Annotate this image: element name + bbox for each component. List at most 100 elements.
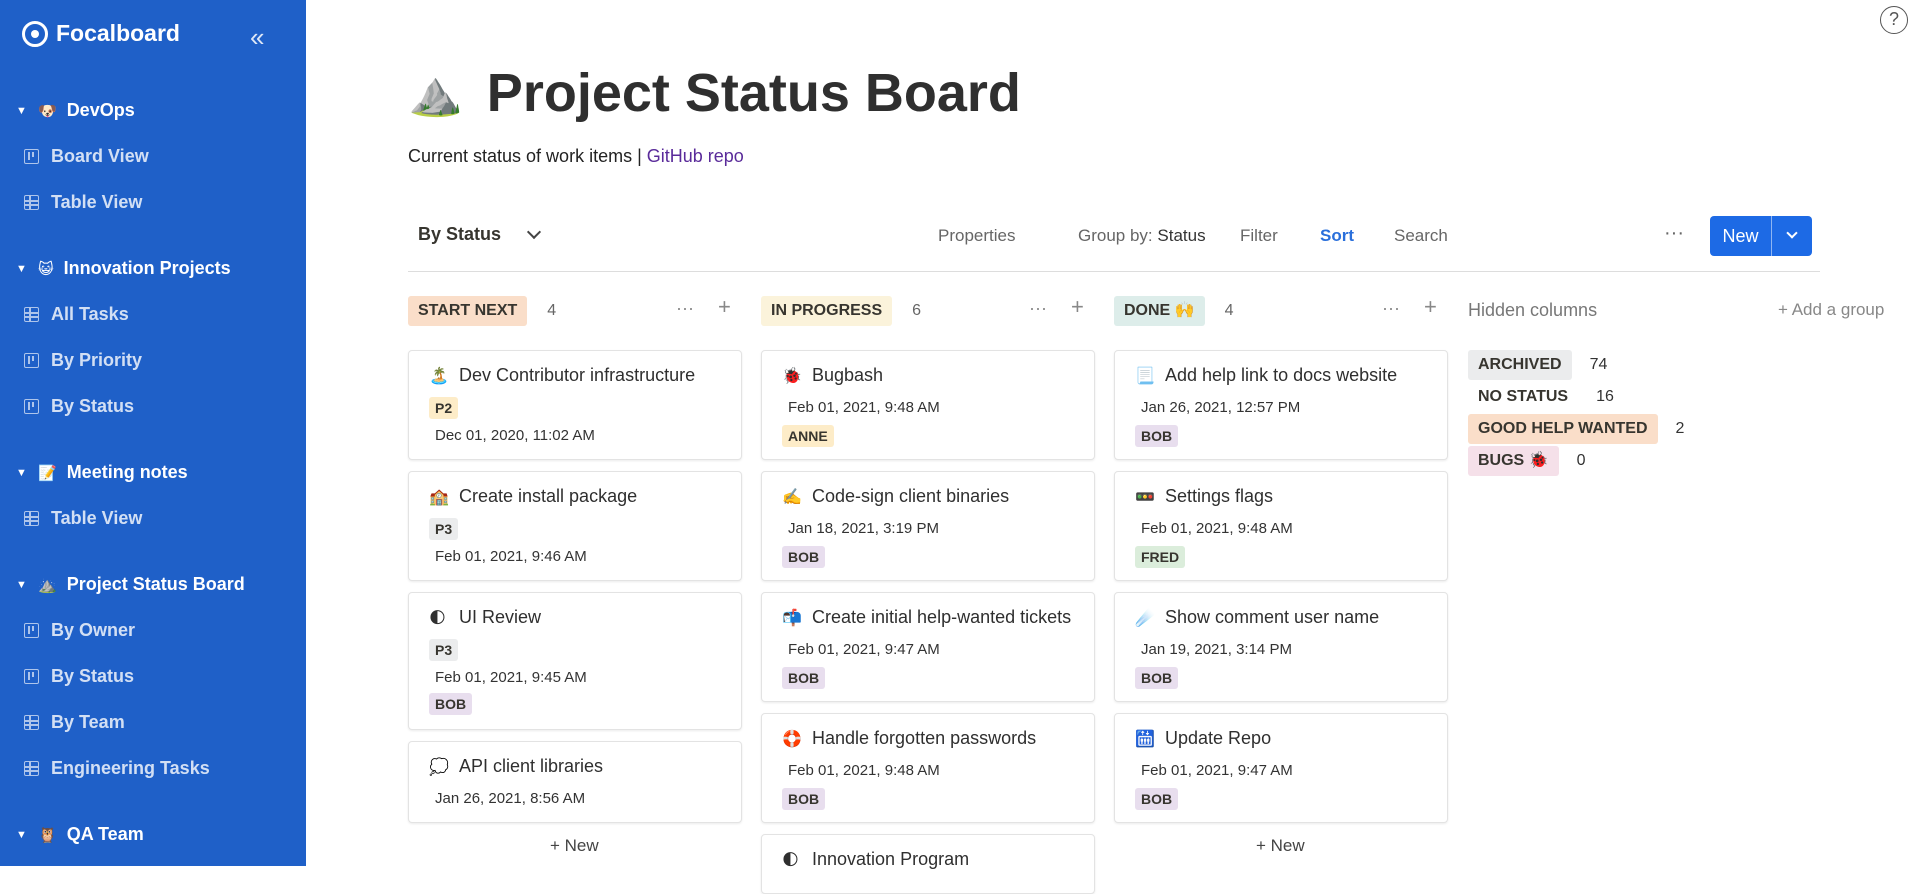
board-card[interactable]: 🏫 Create install package P3 Feb 01, 2021, … xyxy=(408,471,742,581)
expand-triangle-icon[interactable]: ▼ xyxy=(16,105,28,117)
card-title-text: Create install package xyxy=(459,486,638,506)
expand-triangle-icon[interactable]: ▼ xyxy=(16,829,28,841)
board-card[interactable]: 🌓 UI Review P3 Feb 01, 2021, 9:45 AM BOB xyxy=(408,592,742,730)
collapse-sidebar-icon[interactable]: « xyxy=(250,22,264,53)
view-selector[interactable]: By Status xyxy=(418,224,542,245)
description-text: Current status of work items | xyxy=(408,146,647,166)
card-title: 🛟 Handle forgotten passwords xyxy=(782,728,1036,749)
sidebar-view-item[interactable]: By Owner xyxy=(24,620,135,641)
board-card[interactable]: 📃 Add help link to docs website Jan 26, 2… xyxy=(1114,350,1448,460)
board-header: ⛰️ Project Status Board xyxy=(408,62,1021,124)
add-new-card-button[interactable]: + New xyxy=(1256,836,1305,856)
add-group-button[interactable]: + Add a group xyxy=(1778,300,1884,320)
column-header: DONE 🙌 4 xyxy=(1114,296,1234,326)
sidebar-board-3[interactable]: ▼ ⛰️ Project Status Board xyxy=(16,574,245,595)
sidebar-view-item[interactable]: Table View xyxy=(24,192,142,213)
sidebar-view-label: Engineering Tasks xyxy=(51,758,210,778)
sidebar-view-item[interactable]: By Priority xyxy=(24,350,142,371)
sidebar-view-label: By Team xyxy=(51,712,125,732)
group-by-button[interactable]: Group by: Status xyxy=(1078,226,1206,246)
card-date: Feb 01, 2021, 9:48 AM xyxy=(788,399,940,416)
card-title-text: Code-sign client binaries xyxy=(812,486,1010,506)
column-more-icon[interactable]: ··· xyxy=(1382,298,1400,319)
card-title-text: Update Repo xyxy=(1165,728,1272,748)
sidebar-view-item[interactable]: By Team xyxy=(24,712,125,733)
expand-triangle-icon[interactable]: ▼ xyxy=(16,467,28,479)
view-name: By Status xyxy=(418,224,502,244)
brand[interactable]: Focalboard xyxy=(22,20,180,47)
card-title: 🌓 Innovation Program xyxy=(782,849,969,870)
owner-badge: BOB xyxy=(429,693,473,715)
board-view-icon xyxy=(24,399,39,414)
hidden-column-item[interactable]: GOOD HELP WANTED 2 xyxy=(1468,414,1684,444)
sidebar-board-name: Meeting notes xyxy=(66,462,188,482)
column-status-label[interactable]: IN PROGRESS xyxy=(761,296,893,326)
sidebar-view-item[interactable]: By Status xyxy=(24,666,134,687)
column-status-label[interactable]: START NEXT xyxy=(408,296,528,326)
column-more-icon[interactable]: ··· xyxy=(676,298,694,319)
card-emoji-icon: 🌓 xyxy=(782,851,799,869)
board-card[interactable]: 🚥 Settings flags Feb 01, 2021, 9:48 AM FRE… xyxy=(1114,471,1448,581)
expand-triangle-icon[interactable]: ▼ xyxy=(16,263,28,275)
filter-button[interactable]: Filter xyxy=(1240,226,1278,246)
sidebar-board-0[interactable]: ▼ 🐶 DevOps xyxy=(16,100,135,121)
column-add-card-icon[interactable]: + xyxy=(1424,294,1437,320)
hidden-column-item[interactable]: ARCHIVED 74 xyxy=(1468,350,1607,380)
sidebar-view-item[interactable]: All Tasks xyxy=(24,304,129,325)
card-title: 🏫 Create install package xyxy=(429,486,637,507)
column-add-card-icon[interactable]: + xyxy=(1071,294,1084,320)
column-header: START NEXT 4 xyxy=(408,296,556,326)
sidebar-view-item[interactable]: Table View xyxy=(24,508,142,529)
sidebar-board-2[interactable]: ▼ 📝 Meeting notes xyxy=(16,462,188,483)
card-title: 🚥 Settings flags xyxy=(1135,486,1273,507)
properties-button[interactable]: Properties xyxy=(938,226,1015,246)
hidden-column-label: BUGS 🐞 xyxy=(1468,446,1559,476)
owner-badge: BOB xyxy=(1135,667,1179,689)
card-title-text: Add help link to docs website xyxy=(1165,365,1398,385)
card-title: 🏝️ Dev Contributor infrastructure xyxy=(429,365,695,386)
card-emoji-icon: 🛗 xyxy=(1135,730,1155,748)
view-more-icon[interactable]: ··· xyxy=(1664,222,1684,245)
sidebar-view-item[interactable]: By Status xyxy=(24,396,134,417)
card-title-text: Show comment user name xyxy=(1165,607,1380,627)
sidebar-view-item[interactable]: Engineering Tasks xyxy=(24,758,210,779)
column-add-card-icon[interactable]: + xyxy=(718,294,731,320)
sidebar-view-item[interactable]: Board View xyxy=(24,146,149,167)
card-date: Dec 01, 2020, 11:02 AM xyxy=(435,427,595,444)
hidden-column-item[interactable]: NO STATUS 16 xyxy=(1468,382,1614,412)
card-date: Jan 26, 2021, 8:56 AM xyxy=(435,790,586,807)
board-card[interactable]: 🏝️ Dev Contributor infrastructure P2 Dec 0… xyxy=(408,350,742,460)
new-card-button[interactable]: New xyxy=(1710,216,1772,256)
column-more-icon[interactable]: ··· xyxy=(1029,298,1047,319)
board-emoji-icon: 😺 xyxy=(38,260,54,278)
sidebar-board-name: Project Status Board xyxy=(66,574,245,594)
sidebar-board-1[interactable]: ▼ 😺 Innovation Projects xyxy=(16,258,231,279)
column-status-label[interactable]: DONE 🙌 xyxy=(1114,296,1205,326)
page-title[interactable]: Project Status Board xyxy=(487,62,1021,124)
board-card[interactable]: 📬 Create initial help-wanted tickets Feb … xyxy=(761,592,1095,702)
hidden-columns-label: Hidden columns xyxy=(1468,300,1598,320)
new-template-dropdown[interactable] xyxy=(1772,216,1812,256)
sidebar-board-4[interactable]: ▼ 🦉 QA Team xyxy=(16,824,144,845)
new-card-button-group: New xyxy=(1710,216,1812,256)
board-card[interactable]: 🌓 Innovation Program xyxy=(761,834,1095,894)
hidden-column-item[interactable]: BUGS 🐞 0 xyxy=(1468,446,1586,476)
column-count: 4 xyxy=(547,302,557,319)
card-date: Feb 01, 2021, 9:48 AM xyxy=(788,762,940,779)
search-button[interactable]: Search xyxy=(1394,226,1448,246)
board-description[interactable]: Current status of work items | GitHub re… xyxy=(408,146,744,167)
board-mountain-icon[interactable]: ⛰️ xyxy=(408,67,463,119)
board-card[interactable]: 🐞 Bugbash Feb 01, 2021, 9:48 AM ANNE xyxy=(761,350,1095,460)
hidden-column-count: 74 xyxy=(1589,356,1608,373)
board-card[interactable]: 🛟 Handle forgotten passwords Feb 01, 2021… xyxy=(761,713,1095,823)
board-card[interactable]: 💭 API client libraries Jan 26, 2021, 8:56… xyxy=(408,741,742,823)
expand-triangle-icon[interactable]: ▼ xyxy=(16,579,28,591)
board-card[interactable]: 🛗 Update Repo Feb 01, 2021, 9:47 AM BOB xyxy=(1114,713,1448,823)
help-icon[interactable]: ? xyxy=(1880,6,1908,34)
github-repo-link[interactable]: GitHub repo xyxy=(647,146,744,166)
focalboard-logo-icon xyxy=(22,20,48,47)
board-card[interactable]: ✍️ Code-sign client binaries Jan 18, 2021… xyxy=(761,471,1095,581)
add-new-card-button[interactable]: + New xyxy=(550,836,599,856)
sort-button[interactable]: Sort xyxy=(1320,226,1354,246)
board-card[interactable]: ☄️ Show comment user name Jan 19, 2021, 3… xyxy=(1114,592,1448,702)
